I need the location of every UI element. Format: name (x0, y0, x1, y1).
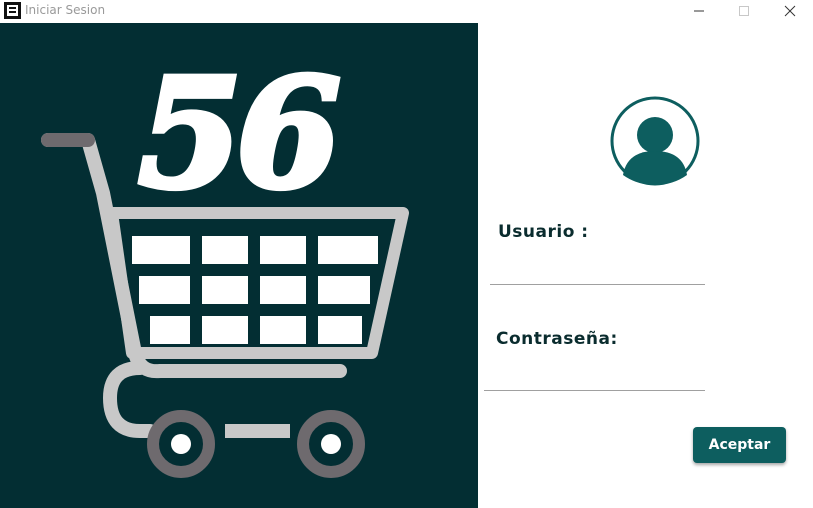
maximize-button[interactable] (721, 0, 767, 22)
store-logo: 56 (41, 43, 409, 478)
minimize-button[interactable] (676, 0, 722, 22)
password-label: Contraseña: (496, 329, 618, 349)
title-bar: Iniciar Sesion (0, 0, 813, 22)
logo-number: 56 (138, 46, 337, 222)
minimize-icon (694, 10, 704, 12)
user-avatar-icon (610, 96, 700, 186)
app-icon (4, 2, 21, 19)
user-label: Usuario : (498, 222, 589, 242)
close-button[interactable] (767, 0, 813, 22)
accept-button[interactable]: Aceptar (693, 427, 786, 463)
close-icon (784, 5, 796, 17)
maximize-icon (739, 6, 749, 16)
logo-panel: 56 (0, 23, 478, 508)
window-title: Iniciar Sesion (25, 3, 106, 17)
password-input[interactable] (484, 365, 705, 391)
user-input[interactable] (490, 259, 705, 285)
login-form: Usuario : Contraseña: Aceptar (478, 23, 813, 508)
